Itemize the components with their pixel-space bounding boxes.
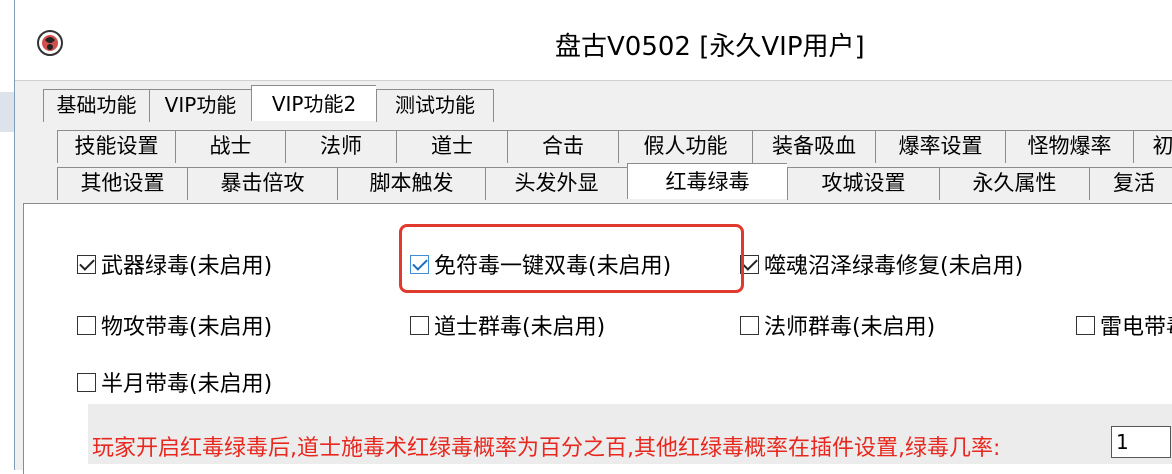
tab-bot-functions[interactable]: 假人功能 <box>618 130 752 163</box>
checkbox-free-talisman-double-poison[interactable]: 免符毒一键双毒(未启用) <box>410 248 671 280</box>
tab-skill-settings[interactable]: 技能设置 <box>57 130 175 163</box>
checkbox-box[interactable] <box>1076 315 1095 335</box>
check-mark-icon <box>412 254 428 271</box>
checkbox-box[interactable] <box>740 315 759 335</box>
checkbox-box[interactable] <box>77 372 96 392</box>
checkbox-label: 物攻带毒(未启用) <box>101 315 273 340</box>
tab-vip2[interactable]: VIP功能2 <box>251 85 376 121</box>
window-title: 盘古V0502 [永久VIP用户] <box>555 32 865 62</box>
checkbox-thunder-poison[interactable]: 雷电带毒 <box>1076 309 1172 341</box>
sub-tab-row-2: 其他设置 暴击倍攻 脚本触发 头发外显 红毒绿毒 攻城设置 永久属性 复活 <box>57 163 1172 200</box>
tab-vip[interactable]: VIP功能 <box>149 89 251 122</box>
checkbox-label: 道士群毒(未启用) <box>434 315 606 340</box>
tab-equip-lifesteal[interactable]: 装备吸血 <box>752 130 875 163</box>
app-window: 盘古V0502 [永久VIP用户] 基础功能 VIP功能 VIP功能2 测试功能… <box>14 0 1172 474</box>
tab-cut-off[interactable]: 初 <box>1133 130 1172 163</box>
checkbox-physical-attack-poison[interactable]: 物攻带毒(未启用) <box>77 309 272 341</box>
notice-text: 玩家开启红毒绿毒后,道士施毒术红绿毒概率为百分之百,其他红绿毒概率在插件设置,绿… <box>92 436 1001 461</box>
tab-content-panel: 武器绿毒(未启用) 免符毒一键双毒(未启用) 噬魂沼泽绿毒修复(未启用) 物攻带… <box>23 203 1172 474</box>
tab-script-trigger[interactable]: 脚本触发 <box>337 167 485 200</box>
checkbox-half-moon-poison[interactable]: 半月带毒(未启用) <box>77 366 272 398</box>
tab-crit-multiplier[interactable]: 暴击倍攻 <box>187 167 337 200</box>
tab-test[interactable]: 测试功能 <box>376 89 494 122</box>
title-bar: 盘古V0502 [永久VIP用户] <box>15 0 1172 81</box>
checkbox-label: 武器绿毒(未启用) <box>101 254 273 279</box>
checkbox-box[interactable] <box>410 315 429 335</box>
tab-permanent-attributes[interactable]: 永久属性 <box>939 167 1089 200</box>
checkbox-label: 半月带毒(未启用) <box>101 372 273 397</box>
tab-combo[interactable]: 合击 <box>507 130 618 163</box>
green-poison-rate-input[interactable] <box>1111 426 1171 458</box>
tab-taoist[interactable]: 道士 <box>396 130 507 163</box>
checkbox-box[interactable] <box>410 254 429 274</box>
checkbox-label: 免符毒一键双毒(未启用) <box>434 254 672 279</box>
tab-hair-display[interactable]: 头发外显 <box>485 167 627 200</box>
app-logo-icon <box>37 30 63 56</box>
sub-tab-row-1: 技能设置 战士 法师 道士 合击 假人功能 装备吸血 爆率设置 怪物爆率 初 <box>57 130 1172 163</box>
tab-red-green-poison[interactable]: 红毒绿毒 <box>627 163 787 199</box>
checkbox-box[interactable] <box>740 254 759 274</box>
checkbox-taoist-group-poison[interactable]: 道士群毒(未启用) <box>410 309 605 341</box>
checkbox-label: 噬魂沼泽绿毒修复(未启用) <box>764 254 1024 279</box>
tab-siege-settings[interactable]: 攻城设置 <box>787 167 939 200</box>
notice-area: 玩家开启红毒绿毒后,道士施毒术红绿毒概率为百分之百,其他红绿毒概率在插件设置,绿… <box>88 404 1172 464</box>
checkbox-weapon-green-poison[interactable]: 武器绿毒(未启用) <box>77 248 272 280</box>
checkbox-label: 法师群毒(未启用) <box>764 315 936 340</box>
checkbox-mage-group-poison[interactable]: 法师群毒(未启用) <box>740 309 935 341</box>
check-mark-icon <box>742 254 758 271</box>
checkbox-label: 雷电带毒 <box>1100 315 1172 340</box>
main-tab-row: 基础功能 VIP功能 VIP功能2 测试功能 <box>43 85 494 122</box>
tab-monster-droprate[interactable]: 怪物爆率 <box>1005 130 1133 163</box>
check-mark-icon <box>79 254 95 271</box>
checkbox-box[interactable] <box>77 315 96 335</box>
background-strip <box>0 92 14 132</box>
checkbox-soul-swamp-fix[interactable]: 噬魂沼泽绿毒修复(未启用) <box>740 248 1023 280</box>
checkbox-box[interactable] <box>77 254 96 274</box>
tab-revive[interactable]: 复活 <box>1089 167 1172 200</box>
tab-mage[interactable]: 法师 <box>285 130 396 163</box>
tab-warrior[interactable]: 战士 <box>175 130 285 163</box>
tab-other-settings[interactable]: 其他设置 <box>57 167 187 200</box>
tab-basic[interactable]: 基础功能 <box>43 89 149 122</box>
tab-droprate-settings[interactable]: 爆率设置 <box>875 130 1005 163</box>
